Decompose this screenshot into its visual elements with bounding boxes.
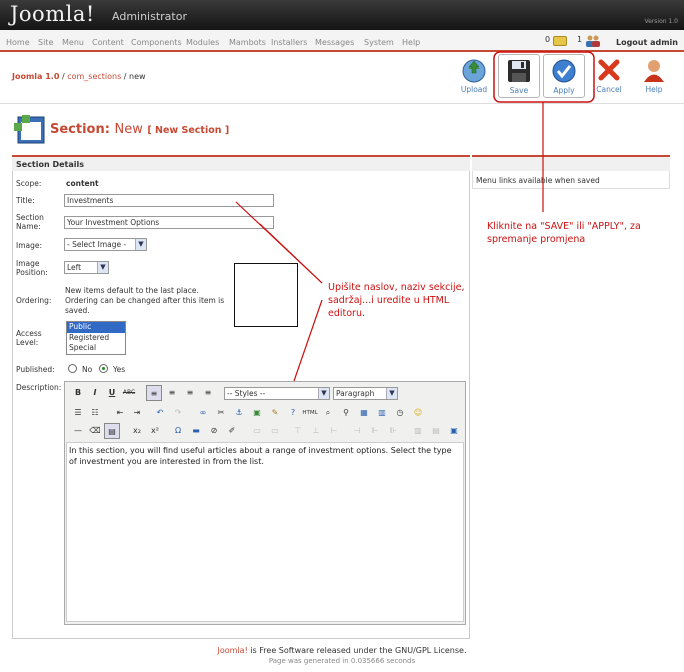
footer-brand-link[interactable]: Joomla! <box>218 646 248 655</box>
annotation-arrows <box>235 51 595 382</box>
footer-license-text: is Free Software released under the GNU/… <box>247 646 467 655</box>
footer-license: Joomla! is Free Software released under … <box>0 646 684 655</box>
footer-generated: Page was generated in 0.035666 seconds <box>268 657 416 665</box>
save-annotation: Kliknite na "SAVE" ili "APPLY", za sprem… <box>487 221 641 245</box>
edit-annotation: Upišite naslov, naziv sekcije, sadržaj..… <box>328 282 465 319</box>
